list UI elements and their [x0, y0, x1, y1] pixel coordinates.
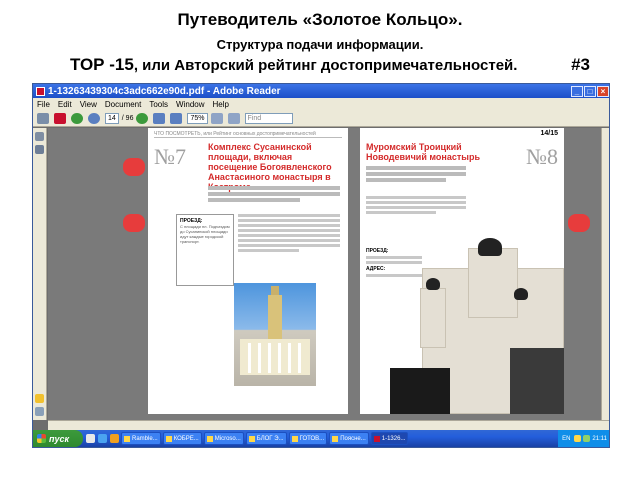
pdf-icon[interactable] [54, 112, 66, 124]
pdf-page-left: ЧТО ПОСМОТРЕТЬ, или Рейтинг основных дос… [148, 128, 348, 414]
window-title: 1-13263439304c3adc662e90d.pdf - Adobe Re… [48, 85, 281, 97]
vertical-scrollbar[interactable] [601, 128, 609, 420]
slide-heading: ТОР -15, или Авторский рейтинг достоприм… [70, 55, 590, 75]
task-button-6[interactable]: Поясне... [329, 432, 369, 445]
menu-bar: File Edit View Document Tools Window Hel… [33, 98, 609, 110]
prev-page-icon[interactable] [88, 112, 100, 124]
document-area[interactable]: ЧТО ПОСМОТРЕТЬ, или Рейтинг основных дос… [48, 128, 609, 420]
windows-flag-icon [37, 434, 46, 443]
zoom-select[interactable]: 75% [187, 112, 208, 124]
slide-subtitle: Структура подачи информации. [216, 37, 424, 52]
window-titlebar[interactable]: 1-13263439304c3adc662e90d.pdf - Adobe Re… [33, 84, 609, 98]
prev-spread-marker-icon[interactable] [123, 158, 145, 176]
pdf-app-icon [36, 86, 45, 96]
close-button[interactable]: × [597, 85, 609, 97]
attraction-heading: Комплекс Сусанинской площади, включая по… [208, 142, 332, 192]
fit-page-icon[interactable] [210, 112, 223, 124]
rank-number: №8 [526, 144, 558, 169]
task-button-7[interactable]: 1-1326... [370, 432, 409, 445]
pages-panel-icon[interactable] [35, 132, 44, 141]
system-tray: EN 21:11 [558, 430, 609, 447]
maximize-button[interactable]: □ [584, 85, 596, 97]
start-label: пуск [49, 433, 70, 444]
horizontal-scrollbar[interactable] [48, 420, 609, 430]
menu-tools[interactable]: Tools [149, 100, 168, 109]
adobe-reader-window: 1-13263439304c3adc662e90d.pdf - Adobe Re… [32, 83, 610, 448]
travel-title: ПРОЕЗД: [366, 248, 389, 254]
next-page-icon[interactable] [136, 112, 149, 124]
left-red-marker-icon[interactable] [123, 214, 145, 232]
bookmarks-panel-icon[interactable] [35, 145, 44, 154]
zoom-in-icon[interactable] [170, 112, 183, 124]
fit-width-icon[interactable] [227, 112, 240, 124]
menu-view[interactable]: View [80, 100, 97, 109]
body-text-placeholder [238, 214, 340, 252]
slide-heading-top: ТОР -15 [70, 55, 134, 74]
slide-number: #3 [571, 55, 590, 74]
menu-help[interactable]: Help [213, 100, 229, 109]
clock[interactable]: 21:11 [592, 436, 607, 442]
tray-network-icon[interactable] [574, 435, 582, 442]
language-indicator[interactable]: EN [562, 436, 570, 442]
slide-heading-rest: , или Авторский рейтинг достопримечатель… [133, 57, 518, 74]
task-button-2[interactable]: КОБРЕ... [162, 432, 202, 445]
task-button-3[interactable]: Microso... [203, 432, 244, 445]
lead-text-placeholder [366, 166, 466, 182]
toolbar: 14 / 96 75% Find [33, 110, 609, 127]
task-button-4[interactable]: БЛОГ Э... [245, 432, 287, 445]
find-input[interactable]: Find [244, 112, 293, 124]
task-button-1[interactable]: Ramble... [121, 432, 161, 445]
zoom-out-icon[interactable] [153, 112, 166, 124]
right-red-marker-icon[interactable] [568, 214, 590, 232]
navigation-pane [33, 128, 47, 420]
travel-info-box: ПРОЕЗД: АДРЕС: [366, 248, 422, 304]
minimize-button[interactable]: _ [571, 85, 583, 97]
menu-window[interactable]: Window [176, 100, 204, 109]
menu-edit[interactable]: Edit [58, 100, 72, 109]
attachments-icon[interactable] [35, 394, 44, 403]
paperclip-icon[interactable] [35, 407, 44, 416]
task-button-5[interactable]: ГОТОВ... [288, 432, 328, 445]
quote-text-placeholder [366, 196, 466, 214]
travel-info-box: ПРОЕЗД: С площади пл. Подъездом до Сусан… [176, 214, 234, 286]
page-total-label: / 96 [121, 114, 134, 122]
slide-title: Путеводитель «Золотое Кольцо». [177, 10, 463, 29]
menu-document[interactable]: Document [105, 100, 141, 109]
pdf-page-right: 14/15 Муромский Троицкий Новодевичий мон… [360, 128, 564, 414]
address-title: АДРЕС: [366, 266, 386, 272]
page-number: 14/15 [540, 130, 558, 137]
menu-file[interactable]: File [37, 100, 50, 109]
print-icon[interactable] [37, 112, 49, 124]
lead-text-placeholder [208, 186, 340, 202]
page-header: ЧТО ПОСМОТРЕТЬ, или Рейтинг основных дос… [154, 131, 342, 138]
rank-number: №7 [154, 144, 186, 169]
travel-text: С площади пл. Подъездом до Сусанинской п… [180, 224, 230, 244]
quicklaunch-media-icon[interactable] [110, 434, 119, 443]
fire-tower-photo [234, 283, 316, 386]
page-number-field[interactable]: 14 [105, 112, 119, 124]
attraction-heading: Муромский Троицкий Новодевичий монастырь [366, 142, 480, 162]
hand-tool-icon[interactable] [71, 112, 83, 124]
start-button[interactable]: пуск [33, 430, 83, 447]
windows-taskbar: пуск Ramble... КОБРЕ... Microso... БЛОГ … [33, 430, 609, 447]
quicklaunch-browser-icon[interactable] [98, 434, 107, 443]
quicklaunch-desktop-icon[interactable] [86, 434, 95, 443]
tray-volume-icon[interactable] [583, 435, 591, 442]
